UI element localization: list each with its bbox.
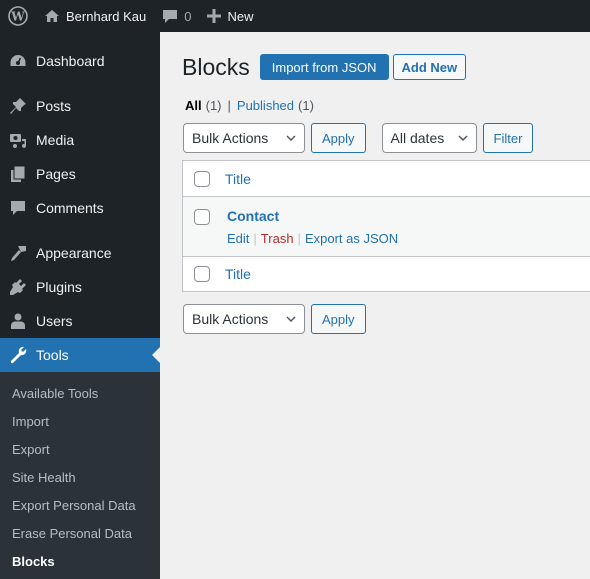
tablenav-top: Bulk Actions Apply All dates Filter: [183, 123, 534, 153]
filter-published-count: (1): [298, 98, 314, 113]
bulk-actions-value: Bulk Actions: [192, 130, 269, 146]
sidebar-item-pages[interactable]: Pages: [0, 157, 160, 191]
table-row: Contact Edit | Trash | Export as JSON: [183, 197, 590, 256]
sidebar-item-appearance[interactable]: Appearance: [0, 236, 160, 270]
title-column-footer[interactable]: Title: [225, 266, 251, 282]
filter-published-link[interactable]: Published: [237, 98, 294, 113]
chevron-down-icon: [286, 135, 296, 142]
select-all-checkbox[interactable]: [194, 170, 210, 187]
site-name: Bernhard Kau: [66, 8, 147, 24]
blocks-table: Title Contact Edit | Trash | Export as J…: [182, 160, 590, 292]
sidebar-item-label: Posts: [36, 98, 72, 114]
sidebar-item-posts[interactable]: Posts: [0, 89, 160, 123]
table-footer-row: Title: [183, 256, 590, 291]
sidebar-item-dashboard[interactable]: Dashboard: [0, 44, 160, 78]
pin-icon: [8, 96, 28, 116]
sidebar-item-label: Comments: [36, 200, 104, 216]
sidebar-item-label: Pages: [36, 166, 76, 182]
new-content-link[interactable]: New: [199, 0, 261, 32]
sidebar-item-users[interactable]: Users: [0, 304, 160, 338]
main-content: Blocks Import from JSON Add New All (1) …: [160, 32, 590, 579]
admin-bar: W Bernhard Kau 0 New: [0, 0, 590, 32]
bulk-actions-select-bottom[interactable]: Bulk Actions: [183, 304, 305, 334]
tablenav-bottom: Bulk Actions Apply: [183, 304, 366, 334]
filter-all-link[interactable]: All: [185, 98, 202, 113]
submenu-item-import[interactable]: Import: [0, 407, 160, 435]
svg-text:W: W: [10, 10, 25, 24]
comments-count: 0: [184, 8, 192, 24]
import-from-json-button[interactable]: Import from JSON: [259, 54, 389, 80]
title-column-header[interactable]: Title: [225, 171, 251, 187]
sidebar-item-label: Tools: [36, 347, 69, 363]
pages-icon: [8, 164, 28, 184]
comment-bubble-icon: [163, 10, 178, 23]
submenu-item-export-personal-data[interactable]: Export Personal Data: [0, 491, 160, 519]
media-icon: [8, 130, 28, 150]
filter-button[interactable]: Filter: [482, 123, 534, 153]
site-name-link[interactable]: Bernhard Kau: [36, 0, 154, 32]
sidebar-item-tools[interactable]: Tools: [0, 338, 160, 372]
menu-separator: [0, 225, 160, 236]
date-filter-value: All dates: [390, 130, 445, 146]
sidebar-item-label: Dashboard: [36, 53, 105, 69]
submenu-item-erase-personal-data[interactable]: Erase Personal Data: [0, 519, 160, 547]
row-actions: Edit | Trash | Export as JSON: [227, 231, 398, 246]
submenu-item-export[interactable]: Export: [0, 435, 160, 463]
sidebar-item-label: Appearance: [36, 245, 112, 261]
page-title: Blocks: [182, 54, 250, 80]
comment-icon: [8, 198, 28, 218]
sidebar-item-label: Users: [36, 313, 73, 329]
home-icon: [45, 10, 59, 22]
chevron-down-icon: [286, 316, 296, 323]
trash-link[interactable]: Trash: [261, 231, 294, 246]
sidebar-item-label: Media: [36, 132, 75, 148]
sidebar-item-plugins[interactable]: Plugins: [0, 270, 160, 304]
bulk-actions-select-top[interactable]: Bulk Actions: [183, 123, 305, 153]
table-header-row: Title: [183, 161, 590, 197]
submenu-item-blocks[interactable]: Blocks: [0, 547, 160, 575]
filter-separator: |: [227, 98, 231, 113]
export-as-json-link[interactable]: Export as JSON: [305, 231, 398, 246]
plus-icon: [207, 9, 222, 23]
page-header: Blocks Import from JSON Add New: [182, 52, 467, 82]
chevron-down-icon: [458, 135, 468, 142]
menu-separator: [0, 78, 160, 89]
comments-link[interactable]: 0: [154, 0, 199, 32]
add-new-button[interactable]: Add New: [392, 54, 467, 80]
bulk-actions-value: Bulk Actions: [192, 311, 269, 327]
date-filter-select[interactable]: All dates: [381, 123, 477, 153]
row-checkbox[interactable]: [194, 209, 210, 225]
select-all-checkbox-footer[interactable]: [194, 266, 210, 282]
apply-button-bottom[interactable]: Apply: [311, 304, 366, 334]
submenu-item-available-tools[interactable]: Available Tools: [0, 379, 160, 407]
wordpress-logo-button[interactable]: W: [0, 0, 36, 32]
user-icon: [8, 311, 28, 331]
tools-submenu: Available Tools Import Export Site Healt…: [0, 372, 160, 579]
row-content: Contact Edit | Trash | Export as JSON: [227, 207, 398, 246]
action-separator: |: [253, 231, 257, 246]
plug-icon: [8, 277, 28, 297]
sidebar-item-comments[interactable]: Comments: [0, 191, 160, 225]
admin-sidebar: Dashboard Posts Media Pages Comments App…: [0, 32, 160, 579]
edit-link[interactable]: Edit: [227, 231, 249, 246]
block-title-link[interactable]: Contact: [227, 207, 398, 225]
sidebar-item-media[interactable]: Media: [0, 123, 160, 157]
apply-button-top[interactable]: Apply: [311, 123, 366, 153]
sidebar-item-label: Plugins: [36, 279, 82, 295]
wrench-icon: [8, 345, 28, 365]
new-label: New: [227, 8, 254, 24]
wordpress-logo-icon: W: [8, 6, 28, 26]
submenu-item-site-health[interactable]: Site Health: [0, 463, 160, 491]
action-separator: |: [297, 231, 301, 246]
status-filters: All (1) | Published (1): [185, 98, 314, 113]
filter-all-count: (1): [205, 98, 222, 113]
dashboard-icon: [8, 51, 28, 71]
brush-icon: [8, 243, 28, 263]
